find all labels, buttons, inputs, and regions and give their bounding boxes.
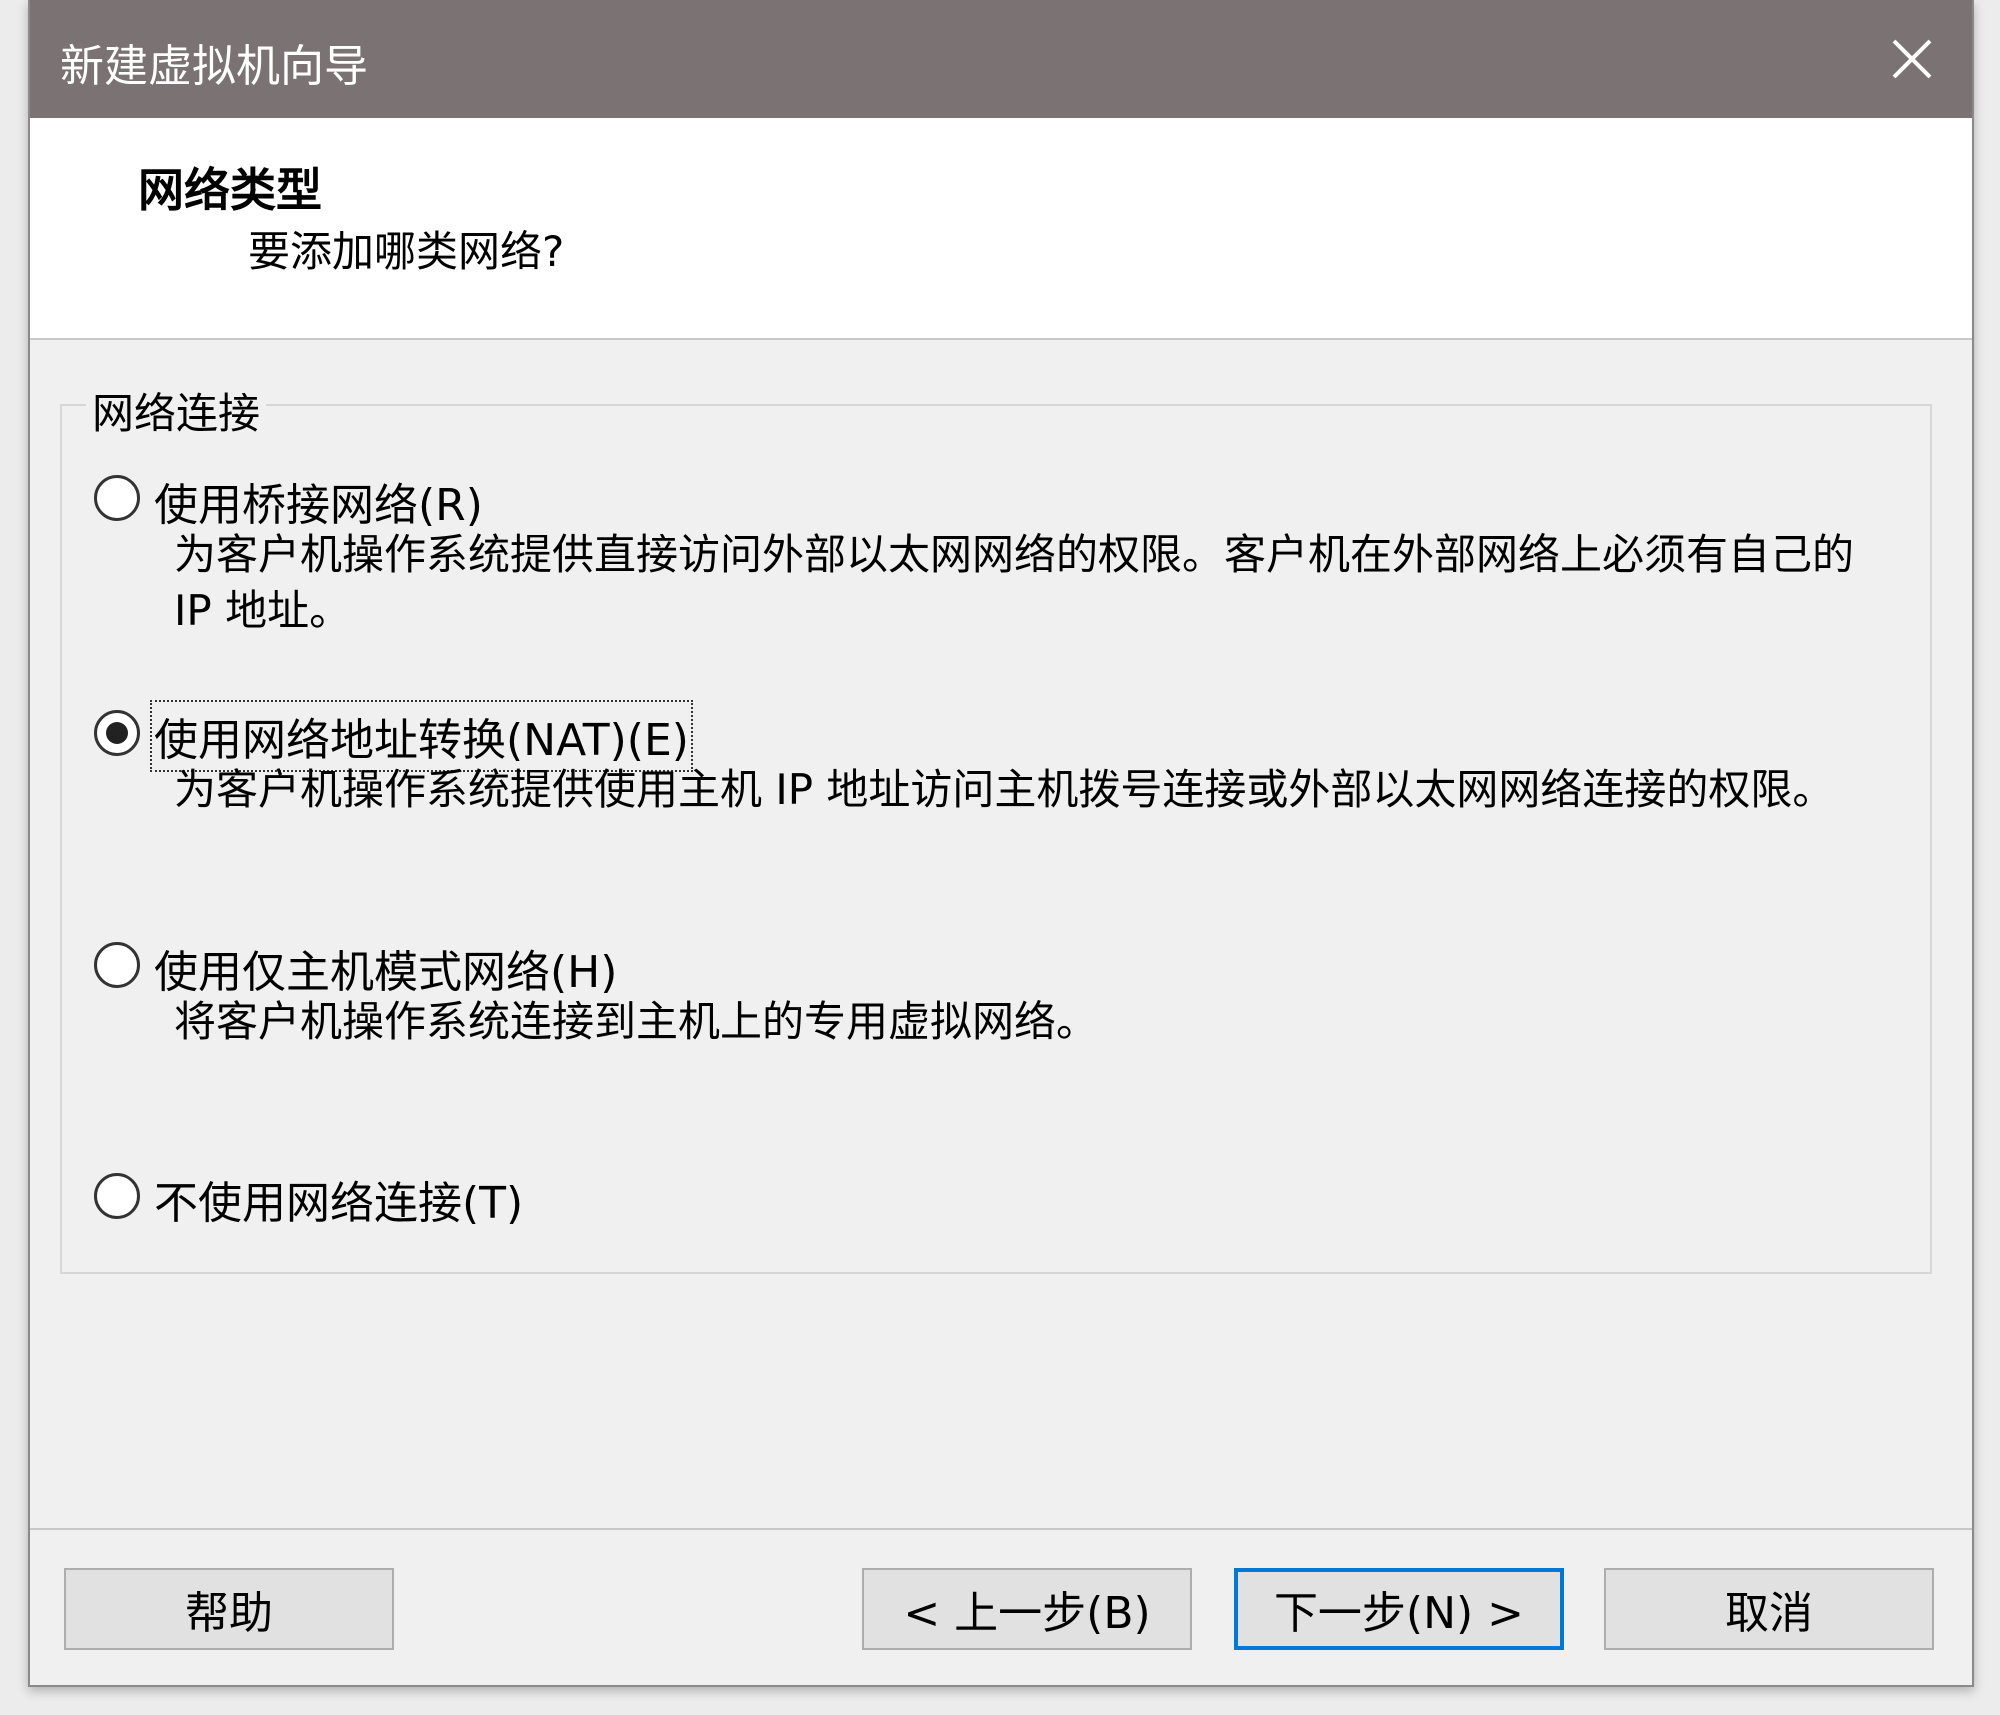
radio-nat[interactable] <box>94 710 140 756</box>
new-vm-wizard-dialog: 新建虚拟机向导 网络类型 要添加哪类网络? 网络连接 使用桥接网络(R) 为客户… <box>28 0 1974 1687</box>
option-nat-label[interactable]: 使用网络地址转换(NAT)(E) <box>150 700 693 772</box>
option-nat-description: 为客户机操作系统提供使用主机 IP 地址访问主机拨号连接或外部以太网网络连接的权… <box>174 765 1835 814</box>
radio-bridged[interactable] <box>94 475 140 521</box>
page-subtitle: 要添加哪类网络? <box>248 227 565 276</box>
wizard-header: 网络类型 要添加哪类网络? <box>30 118 1972 340</box>
back-button[interactable]: < 上一步(B) <box>862 1568 1192 1650</box>
option-bridged-description: 为客户机操作系统提供直接访问外部以太网网络的权限。客户机在外部网络上必须有自己的… <box>174 530 1855 635</box>
option-bridged-label[interactable]: 使用桥接网络(R) <box>154 469 483 533</box>
footer-divider <box>30 1528 1972 1530</box>
close-icon <box>1892 39 1932 79</box>
radio-host-only[interactable] <box>94 942 140 988</box>
next-button[interactable]: 下一步(N) > <box>1234 1568 1564 1650</box>
radio-no-network[interactable] <box>94 1173 140 1219</box>
window-title: 新建虚拟机向导 <box>60 41 368 92</box>
cancel-button[interactable]: 取消 <box>1604 1568 1934 1650</box>
title-bar: 新建虚拟机向导 <box>30 0 1972 118</box>
close-button[interactable] <box>1852 0 1972 118</box>
option-no-network-label[interactable]: 不使用网络连接(T) <box>154 1167 523 1231</box>
option-host-only-description: 将客户机操作系统连接到主机上的专用虚拟网络。 <box>174 997 1099 1046</box>
option-host-only-label[interactable]: 使用仅主机模式网络(H) <box>154 936 617 1000</box>
page-title: 网络类型 <box>138 163 322 217</box>
group-legend: 网络连接 <box>86 380 267 441</box>
help-button[interactable]: 帮助 <box>64 1568 394 1650</box>
